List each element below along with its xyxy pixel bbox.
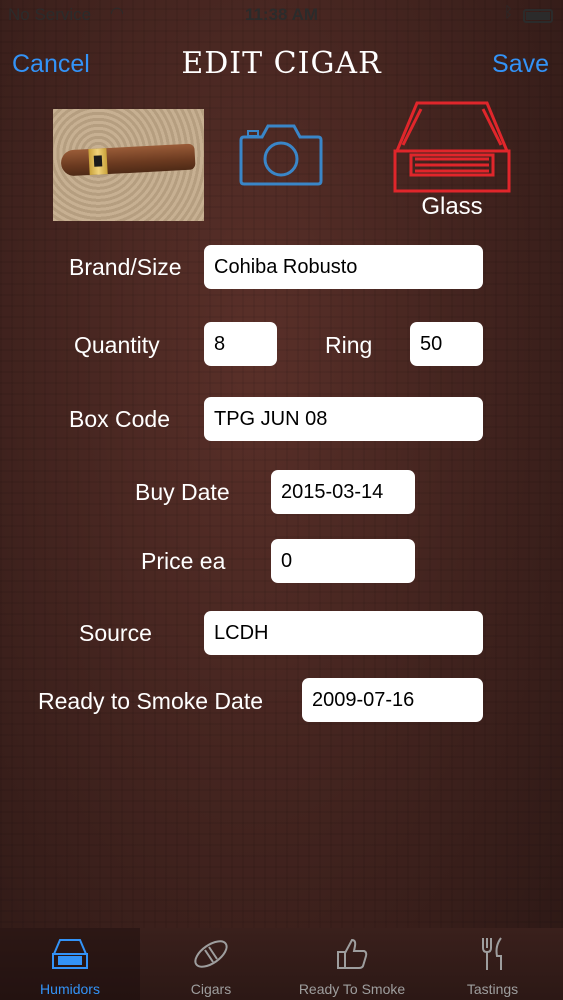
cigar-icon — [194, 940, 228, 968]
camera-icon[interactable] — [238, 121, 324, 187]
box-code-label: Box Code — [69, 406, 171, 432]
save-button[interactable]: Save — [492, 50, 549, 79]
tab-tastings-label: Tastings — [466, 981, 519, 997]
status-time: 11:38 AM — [244, 5, 319, 24]
source-input[interactable]: LCDH — [204, 611, 483, 655]
humidor-icon — [52, 939, 88, 969]
brand-size-label: Brand/Size — [69, 254, 182, 280]
page-title: EDIT CIGAR — [181, 46, 382, 81]
tab-ready-to-smoke-label: Ready To Smoke — [298, 981, 406, 997]
buy-date-input[interactable]: 2015-03-14 — [271, 470, 415, 514]
tab-bar: Humidors Cigars Ready To Smoke Tastings — [0, 928, 563, 1000]
brand-size-input[interactable]: Cohiba Robusto — [204, 245, 483, 289]
source-label: Source — [79, 620, 152, 646]
tab-ready-to-smoke[interactable]: Ready To Smoke — [282, 928, 422, 1000]
ready-date-input[interactable]: 2009-07-16 — [302, 678, 483, 722]
tab-cigars[interactable]: Cigars — [140, 928, 282, 1000]
navigation-bar: Cancel EDIT CIGAR Save — [0, 38, 563, 88]
cigar-band — [88, 148, 108, 176]
quantity-label: Quantity — [74, 332, 160, 358]
battery-icon — [523, 9, 553, 23]
status-bar: No Service ◠ 11:38 AM ᛒ — [0, 0, 563, 32]
ring-input[interactable]: 50 — [410, 322, 483, 366]
price-ea-input[interactable]: 0 — [271, 539, 415, 583]
tab-cigars-label: Cigars — [190, 981, 232, 997]
tab-humidors[interactable]: Humidors — [0, 928, 140, 1000]
cigar-photo[interactable] — [53, 109, 204, 221]
price-ea-label: Price ea — [141, 548, 226, 574]
ring-label: Ring — [325, 332, 373, 358]
bluetooth-icon: ᛒ — [503, 4, 513, 21]
thumbs-up-icon — [337, 938, 368, 969]
buy-date-label: Buy Date — [135, 479, 230, 505]
quantity-input[interactable]: 8 — [204, 322, 277, 366]
tab-tastings[interactable]: Tastings — [422, 928, 563, 1000]
humidor-type-label: Glass — [421, 193, 483, 220]
glass-humidor-icon[interactable] — [389, 101, 515, 195]
cigar-image — [60, 143, 196, 177]
tab-humidors-label: Humidors — [40, 981, 100, 997]
box-code-input[interactable]: TPG JUN 08 — [204, 397, 483, 441]
fork-knife-icon — [481, 937, 502, 970]
ready-date-label: Ready to Smoke Date — [38, 688, 264, 714]
